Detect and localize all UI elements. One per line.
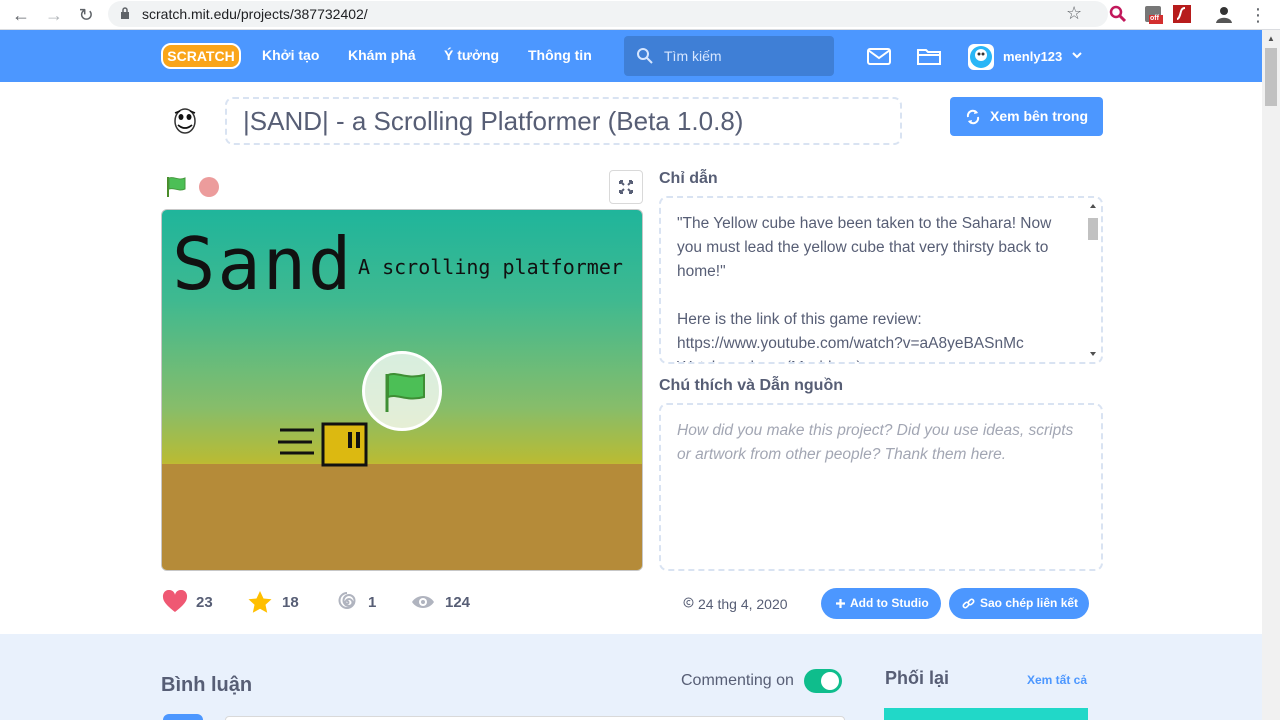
link-icon bbox=[962, 598, 975, 609]
favorite-star-icon[interactable] bbox=[247, 590, 273, 614]
flash-extension-icon[interactable] bbox=[1172, 4, 1192, 24]
forward-icon[interactable]: → bbox=[42, 3, 66, 27]
add-to-studio-button[interactable]: Add to Studio bbox=[821, 588, 941, 619]
copy-link-button[interactable]: Sao chép liên kết bbox=[949, 588, 1089, 619]
project-title: |SAND| - a Scrolling Platformer (Beta 1.… bbox=[243, 106, 744, 136]
search-extension-icon[interactable] bbox=[1108, 4, 1128, 24]
remixes-title: Phối lại bbox=[885, 668, 950, 688]
remix-thumbnail[interactable] bbox=[884, 708, 1088, 720]
nav-ideas[interactable]: Ý tưởng bbox=[444, 47, 499, 63]
lock-icon bbox=[121, 7, 129, 19]
nav-explore[interactable]: Khám phá bbox=[348, 47, 416, 63]
yellow-cube-character bbox=[278, 422, 368, 467]
notes-credits-label: Chú thích và Dẫn nguồn bbox=[659, 377, 843, 394]
project-author-avatar[interactable] bbox=[160, 97, 210, 147]
stage-game-title: Sand bbox=[172, 222, 354, 306]
search-icon bbox=[637, 48, 653, 64]
project-stage[interactable]: Sand A scrolling platformer bbox=[161, 209, 643, 571]
bookmark-star-icon[interactable]: ☆ bbox=[1066, 3, 1082, 24]
commenting-toggle-label: Commenting on bbox=[681, 672, 794, 689]
view-count: 124 bbox=[445, 594, 471, 611]
views-eye-icon bbox=[412, 596, 434, 608]
page-scrollbar[interactable]: ▲ bbox=[1262, 30, 1280, 720]
plus-icon bbox=[836, 599, 845, 608]
share-date: 24 thg 4, 2020 bbox=[698, 596, 788, 612]
green-flag-icon[interactable] bbox=[165, 175, 189, 199]
favorite-count: 18 bbox=[282, 594, 299, 611]
chevron-down-icon[interactable] bbox=[1071, 49, 1083, 61]
svg-text:SCRATCH: SCRATCH bbox=[167, 48, 234, 64]
profile-avatar-icon[interactable] bbox=[1214, 4, 1234, 24]
back-icon[interactable]: ← bbox=[9, 3, 33, 27]
scratch-logo[interactable]: SCRATCH bbox=[161, 42, 241, 70]
project-title-field[interactable]: |SAND| - a Scrolling Platformer (Beta 1.… bbox=[225, 97, 902, 145]
instructions-scrollbar[interactable] bbox=[1087, 202, 1099, 360]
username[interactable]: menly123 bbox=[1003, 49, 1062, 64]
stage-sand-ground bbox=[162, 464, 642, 570]
search-placeholder: Tìm kiếm bbox=[664, 48, 722, 64]
instructions-label: Chỉ dẫn bbox=[659, 170, 718, 187]
search-input[interactable]: Tìm kiếm bbox=[624, 36, 834, 76]
nav-create[interactable]: Khởi tạo bbox=[262, 47, 319, 63]
browser-toolbar: ← → ↻ scratch.mit.edu/projects/387732402… bbox=[0, 0, 1280, 30]
see-inside-button[interactable]: Xem bên trong bbox=[950, 97, 1103, 136]
my-stuff-folder-icon[interactable] bbox=[916, 44, 942, 68]
toggle-knob bbox=[821, 672, 839, 690]
stage-game-subtitle: A scrolling platformer bbox=[358, 255, 623, 279]
instructions-field[interactable]: "The Yellow cube have been taken to the … bbox=[659, 196, 1103, 364]
adblock-extension-icon[interactable]: off bbox=[1143, 4, 1163, 24]
view-all-remixes-link[interactable]: Xem tất cả bbox=[1027, 673, 1087, 687]
reload-icon[interactable]: ↻ bbox=[74, 3, 98, 27]
comments-title: Bình luận bbox=[161, 674, 253, 696]
fullscreen-icon bbox=[619, 180, 633, 194]
site-header: SCRATCH Khởi tạo Khám phá Ý tưởng Thông … bbox=[0, 30, 1262, 82]
stage-green-flag-button[interactable] bbox=[362, 351, 442, 431]
stop-sign-icon[interactable] bbox=[199, 177, 219, 197]
see-inside-icon bbox=[966, 109, 980, 125]
see-inside-label: Xem bên trong bbox=[990, 108, 1089, 124]
add-to-studio-label: Add to Studio bbox=[850, 596, 929, 610]
love-heart-icon[interactable] bbox=[162, 590, 188, 614]
copyright-icon bbox=[683, 597, 694, 608]
messages-icon[interactable] bbox=[866, 44, 892, 68]
notes-credits-placeholder: How did you make this project? Did you u… bbox=[677, 422, 1074, 463]
address-bar[interactable]: scratch.mit.edu/projects/387732402/ ☆ bbox=[108, 1, 1108, 27]
remix-count: 1 bbox=[368, 594, 377, 611]
commenting-toggle[interactable] bbox=[804, 669, 842, 693]
user-avatar[interactable] bbox=[968, 44, 994, 70]
url-text: scratch.mit.edu/projects/387732402/ bbox=[142, 6, 368, 22]
remix-spiral-icon bbox=[338, 592, 356, 609]
fullscreen-button[interactable] bbox=[609, 170, 643, 204]
commenter-avatar bbox=[163, 714, 203, 720]
notes-credits-field[interactable]: How did you make this project? Did you u… bbox=[659, 403, 1103, 571]
copy-link-label: Sao chép liên kết bbox=[980, 596, 1079, 610]
browser-menu-icon[interactable]: ⋮ bbox=[1246, 3, 1270, 27]
love-count: 23 bbox=[196, 594, 213, 611]
extension-badge: off bbox=[1150, 15, 1159, 22]
instructions-text: "The Yellow cube have been taken to the … bbox=[677, 215, 1052, 362]
nav-about[interactable]: Thông tin bbox=[528, 47, 592, 63]
green-flag-icon bbox=[385, 373, 425, 412]
comment-input[interactable] bbox=[225, 716, 845, 720]
page-scrollbar-thumb[interactable] bbox=[1265, 48, 1277, 106]
scroll-up-icon[interactable]: ▲ bbox=[1267, 34, 1275, 43]
